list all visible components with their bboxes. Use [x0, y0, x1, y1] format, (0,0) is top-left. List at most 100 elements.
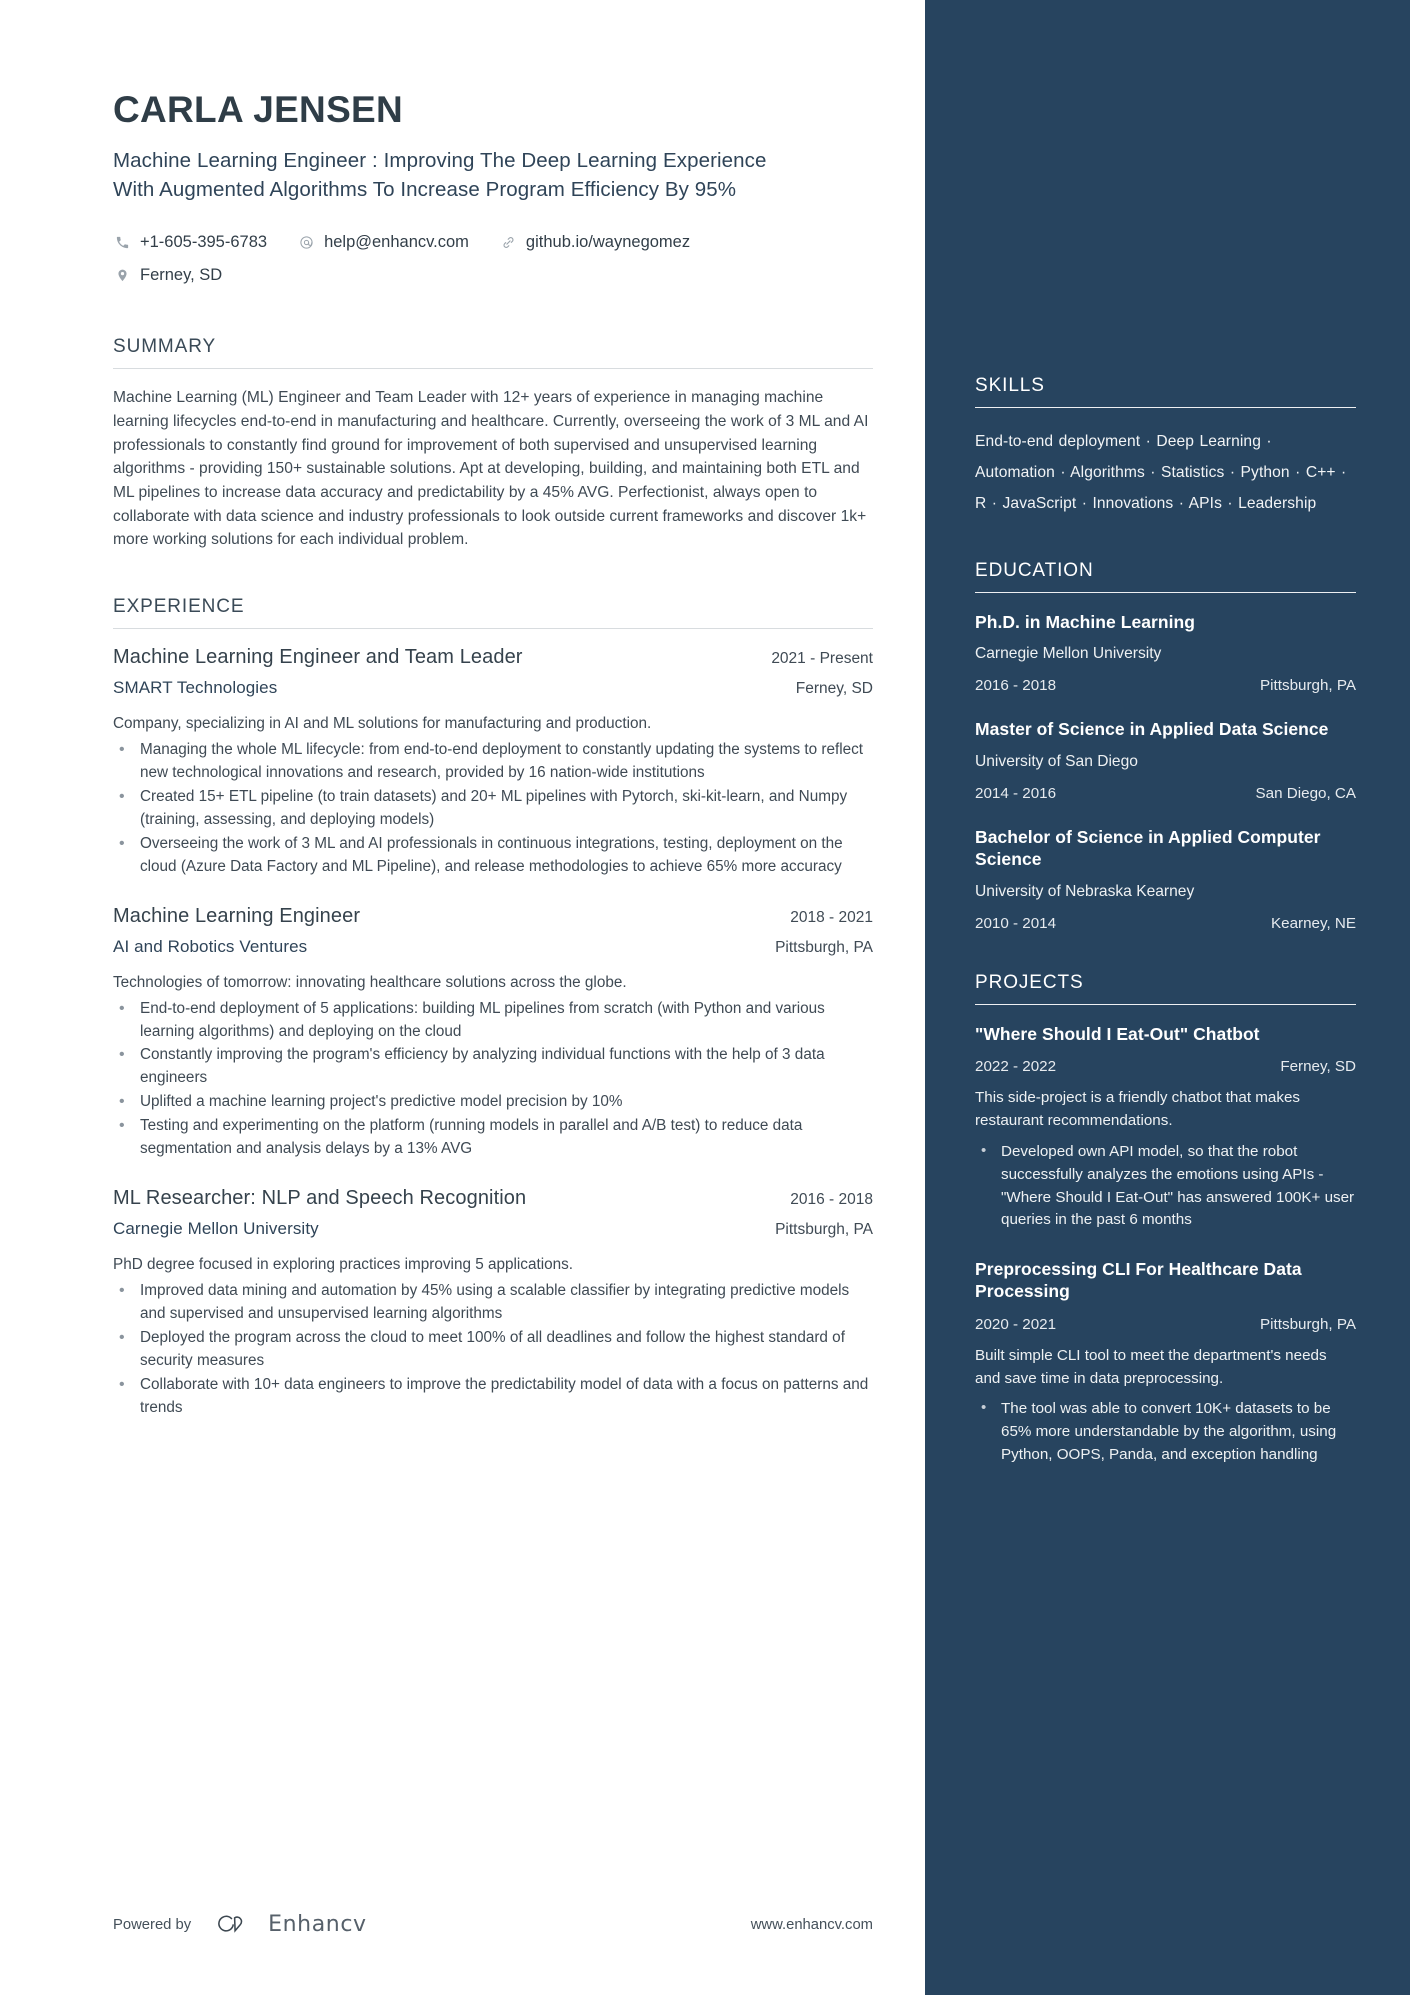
experience-divider: [113, 628, 873, 630]
education-date: 2014 - 2016: [975, 784, 1057, 802]
contact-block: +1-605-395-6783 help@enhancv.com github.…: [113, 226, 873, 292]
footer: Powered by Enhancv www.enhancv.com: [113, 1912, 873, 1937]
education-date: 2016 - 2018: [975, 677, 1057, 695]
project-date: 2020 - 2021: [975, 1315, 1057, 1333]
main-column: CARLA JENSEN Machine Learning Engineer :…: [0, 0, 925, 1995]
job-description: PhD degree focused in exploring practice…: [113, 1256, 574, 1274]
job-company: SMART Technologies: [113, 678, 278, 698]
enhancv-logo: Enhancv: [215, 1912, 367, 1937]
job-bullet: Overseeing the work of 3 ML and AI profe…: [113, 832, 873, 879]
job-bullets: End-to-end deployment of 5 applications:…: [113, 997, 873, 1162]
contact-phone-text: +1-605-395-6783: [140, 233, 268, 252]
education-entry: Bachelor of Science in Applied Computer …: [975, 826, 1356, 932]
project-bullet: The tool was able to convert 10K+ datase…: [975, 1397, 1356, 1466]
enhancv-brand-name: Enhancv: [268, 1912, 367, 1937]
education-entry: Master of Science in Applied Data Scienc…: [975, 718, 1356, 802]
contact-email-text: help@enhancv.com: [324, 233, 469, 252]
skills-heading: SKILLS: [975, 375, 1045, 396]
powered-by-label: Powered by: [113, 1916, 192, 1933]
project-name: "Where Should I Eat-Out" Chatbot: [975, 1023, 1260, 1044]
resume-page: CARLA JENSEN Machine Learning Engineer :…: [0, 0, 1410, 1995]
experience-entry-subheader: SMART Technologies Ferney, SD: [113, 678, 873, 698]
email-icon: [297, 233, 316, 252]
project-entry: "Where Should I Eat-Out" Chatbot 2022 - …: [975, 1023, 1356, 1232]
project-name: Preprocessing CLI For Healthcare Data Pr…: [975, 1259, 1302, 1302]
job-bullets: Improved data mining and automation by 4…: [113, 1279, 873, 1420]
contact-email[interactable]: help@enhancv.com: [297, 226, 469, 259]
project-meta: 2022 - 2022 Ferney, SD: [975, 1058, 1356, 1075]
job-bullets: Managing the whole ML lifecycle: from en…: [113, 738, 873, 879]
project-bullet: Developed own API model, so that the rob…: [975, 1140, 1356, 1232]
phone-icon: [113, 233, 132, 252]
experience-entry-header: Machine Learning Engineer 2018 - 2021: [113, 905, 873, 928]
contact-link-text: github.io/waynegomez: [525, 233, 691, 252]
section-summary: SUMMARY Machine Learning (ML) Engineer a…: [113, 336, 873, 552]
job-bullet: Deployed the program across the cloud to…: [113, 1326, 873, 1373]
experience-entry-header: Machine Learning Engineer and Team Leade…: [113, 646, 873, 669]
job-bullet: Improved data mining and automation by 4…: [113, 1279, 873, 1326]
education-divider: [975, 591, 1356, 593]
skills-list: End-to-end deployment · Deep Learning · …: [975, 433, 1347, 513]
job-description: Company, specializing in AI and ML solut…: [113, 715, 652, 733]
summary-divider: [113, 368, 873, 370]
project-meta: 2020 - 2021 Pittsburgh, PA: [975, 1316, 1356, 1333]
project-description: This side-project is a friendly chatbot …: [975, 1089, 1300, 1130]
project-bullets: The tool was able to convert 10K+ datase…: [975, 1397, 1356, 1466]
job-bullet: Constantly improving the program's effic…: [113, 1043, 873, 1090]
education-school: University of Nebraska Kearney: [975, 882, 1195, 900]
job-location: Pittsburgh, PA: [775, 938, 873, 956]
job-bullet: Created 15+ ETL pipeline (to train datas…: [113, 785, 873, 832]
job-bullet: End-to-end deployment of 5 applications:…: [113, 997, 873, 1044]
skills-divider: [975, 407, 1356, 408]
contact-location[interactable]: Ferney, SD: [113, 259, 222, 292]
education-location: Pittsburgh, PA: [1260, 677, 1356, 695]
footer-url[interactable]: www.enhancv.com: [751, 1917, 873, 1933]
headline: Machine Learning Engineer : Improving Th…: [113, 148, 767, 201]
page-title: CARLA JENSEN: [113, 89, 404, 130]
contact-phone[interactable]: +1-605-395-6783: [113, 226, 267, 259]
education-school: University of San Diego: [975, 752, 1138, 770]
job-location: Pittsburgh, PA: [775, 1221, 873, 1239]
project-description: Built simple CLI tool to meet the depart…: [975, 1346, 1327, 1387]
education-degree: Ph.D. in Machine Learning: [975, 611, 1196, 632]
education-entry: Ph.D. in Machine Learning Carnegie Mello…: [975, 611, 1356, 695]
education-location: San Diego, CA: [1255, 784, 1356, 802]
job-company: AI and Robotics Ventures: [113, 936, 308, 956]
projects-divider: [975, 1003, 1356, 1005]
job-title: Machine Learning Engineer and Team Leade…: [113, 646, 523, 669]
experience-entry-subheader: Carnegie Mellon University Pittsburgh, P…: [113, 1219, 873, 1239]
section-education: EDUCATION Ph.D. in Machine Learning Carn…: [975, 560, 1356, 932]
contact-line-primary: +1-605-395-6783 help@enhancv.com github.…: [113, 226, 873, 259]
job-bullet: Uplifted a machine learning project's pr…: [113, 1090, 873, 1114]
link-icon: [499, 233, 518, 252]
education-date: 2010 - 2014: [975, 914, 1057, 932]
experience-entry: ML Researcher: NLP and Speech Recognitio…: [113, 1187, 873, 1420]
location-icon: [113, 266, 132, 285]
job-bullet: Managing the whole ML lifecycle: from en…: [113, 738, 873, 785]
job-bullet: Collaborate with 10+ data engineers to i…: [113, 1373, 873, 1420]
experience-entry: Machine Learning Engineer and Team Leade…: [113, 646, 873, 879]
footer-brand-group: Powered by Enhancv: [113, 1912, 367, 1937]
contact-line-secondary: Ferney, SD: [113, 259, 873, 292]
project-entry: Preprocessing CLI For Healthcare Data Pr…: [975, 1258, 1356, 1467]
job-title: Machine Learning Engineer: [113, 904, 361, 927]
experience-heading: EXPERIENCE: [113, 596, 245, 618]
summary-text: Machine Learning (ML) Engineer and Team …: [113, 389, 869, 549]
job-description: Technologies of tomorrow: innovating hea…: [113, 973, 627, 991]
enhancv-mark-icon: [218, 1915, 243, 1933]
project-date: 2022 - 2022: [975, 1058, 1057, 1076]
education-location: Kearney, NE: [1271, 914, 1356, 932]
contact-location-text: Ferney, SD: [140, 266, 223, 285]
project-bullets: Developed own API model, so that the rob…: [975, 1140, 1356, 1232]
contact-link[interactable]: github.io/waynegomez: [499, 226, 690, 259]
section-skills: SKILLS End-to-end deployment · Deep Lear…: [975, 375, 1356, 520]
job-date: 2018 - 2021: [790, 908, 873, 926]
job-location: Ferney, SD: [795, 680, 873, 698]
experience-entry-header: ML Researcher: NLP and Speech Recognitio…: [113, 1187, 873, 1210]
project-location: Pittsburgh, PA: [1260, 1315, 1356, 1333]
job-company: Carnegie Mellon University: [113, 1219, 319, 1239]
job-date: 2021 - Present: [771, 650, 873, 668]
education-degree: Bachelor of Science in Applied Computer …: [975, 826, 1321, 870]
education-meta: 2014 - 2016 San Diego, CA: [975, 785, 1356, 802]
job-bullet: Testing and experimenting on the platfor…: [113, 1114, 873, 1161]
